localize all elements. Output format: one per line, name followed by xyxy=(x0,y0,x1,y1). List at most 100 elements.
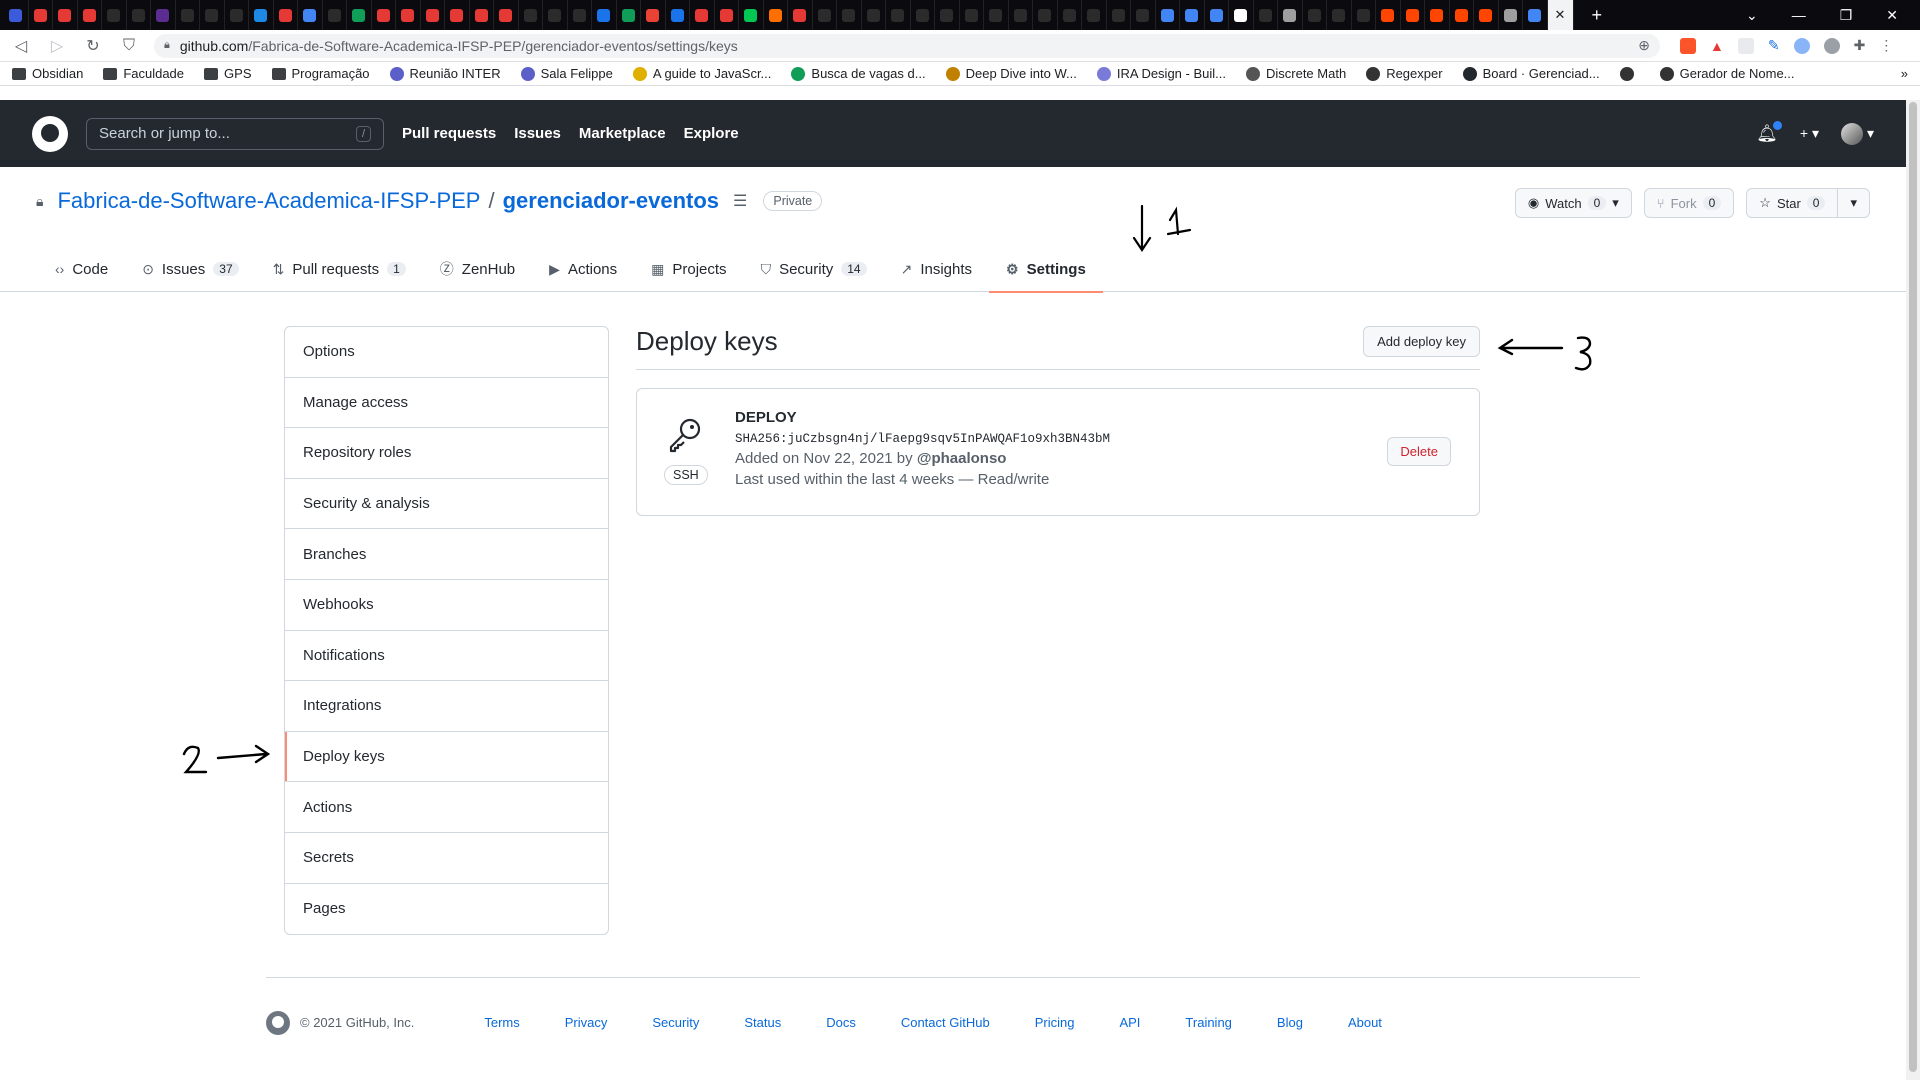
browser-tab[interactable] xyxy=(641,0,666,30)
address-bar[interactable]: 🔒︎ github.com /Fabrica-de-Software-Acade… xyxy=(154,33,1660,58)
tab-projects[interactable]: ▦ Projects xyxy=(634,246,743,292)
sidebar-item-security-analysis[interactable]: Security & analysis xyxy=(285,479,608,530)
close-window-icon[interactable]: ✕ xyxy=(1886,7,1898,24)
footer-link-docs[interactable]: Docs xyxy=(826,1015,856,1030)
menu-icon[interactable]: ⋮ xyxy=(1879,37,1893,54)
tab-search-icon[interactable]: ⌄ xyxy=(1746,7,1758,24)
footer-link-blog[interactable]: Blog xyxy=(1277,1015,1303,1030)
tab-insights[interactable]: ↗ Insights xyxy=(884,246,989,292)
repo-owner-link[interactable]: Fabrica-de-Software-Academica-IFSP-PEP xyxy=(57,188,480,214)
star-button[interactable]: ☆ Star 0 xyxy=(1747,189,1837,217)
sidebar-item-branches[interactable]: Branches xyxy=(285,529,608,580)
extension-icon[interactable] xyxy=(1793,37,1810,54)
bookmark-item[interactable]: Deep Dive into W... xyxy=(945,66,1077,81)
minimize-icon[interactable]: — xyxy=(1792,7,1806,23)
browser-tab[interactable] xyxy=(1254,0,1278,30)
browser-tab[interactable] xyxy=(470,0,494,30)
footer-link-training[interactable]: Training xyxy=(1185,1015,1231,1030)
bookmark-folder[interactable]: Programação xyxy=(271,66,370,81)
header-nav-issues[interactable]: Issues xyxy=(514,125,561,142)
footer-link-pricing[interactable]: Pricing xyxy=(1035,1015,1075,1030)
browser-tab[interactable] xyxy=(1107,0,1131,30)
browser-tab[interactable] xyxy=(739,0,764,30)
browser-active-tab[interactable]: ✕ xyxy=(1547,0,1574,30)
sidebar-item-deploy-keys[interactable]: Deploy keys xyxy=(285,731,608,783)
bookmark-item[interactable]: Discrete Math xyxy=(1245,66,1346,81)
browser-tab[interactable] xyxy=(1376,0,1401,30)
brave-shield-icon[interactable] xyxy=(1680,37,1696,54)
pen-icon[interactable]: ✎ xyxy=(1768,37,1780,54)
sidebar-item-secrets[interactable]: Secrets xyxy=(285,833,608,884)
browser-tab[interactable] xyxy=(960,0,984,30)
github-mark-icon[interactable] xyxy=(266,1010,290,1035)
add-deploy-key-button[interactable]: Add deploy key xyxy=(1363,326,1480,357)
browser-tab[interactable] xyxy=(127,0,151,30)
browser-tab[interactable] xyxy=(862,0,886,30)
browser-tab[interactable] xyxy=(1180,0,1205,30)
browser-tab[interactable] xyxy=(592,0,617,30)
bookmark-folder[interactable]: GPS xyxy=(204,66,252,81)
tab-actions[interactable]: ▶ Actions xyxy=(532,246,634,292)
browser-tab[interactable] xyxy=(1058,0,1082,30)
tab-code[interactable]: ‹› Code xyxy=(38,246,125,292)
browser-tab[interactable] xyxy=(764,0,788,30)
browser-tab[interactable] xyxy=(1131,0,1156,30)
browser-tab[interactable] xyxy=(837,0,862,30)
sidebar-item-manage-access[interactable]: Manage access xyxy=(285,378,608,429)
browser-tab[interactable] xyxy=(543,0,568,30)
scrollbar-thumb[interactable] xyxy=(1909,102,1917,1072)
user-menu[interactable]: ▾ xyxy=(1840,122,1874,145)
browser-tab[interactable] xyxy=(1352,0,1376,30)
footer-link-terms[interactable]: Terms xyxy=(484,1015,519,1030)
browser-tab[interactable] xyxy=(1450,0,1474,30)
browser-tab[interactable] xyxy=(102,0,127,30)
notification-bell-icon[interactable]: 🔔︎ xyxy=(1756,120,1782,144)
browser-tab[interactable] xyxy=(1205,0,1229,30)
browser-tab[interactable] xyxy=(568,0,592,30)
sidebar-item-notifications[interactable]: Notifications xyxy=(285,631,608,682)
extension-icon[interactable] xyxy=(1823,37,1840,54)
browser-tab[interactable] xyxy=(176,0,200,30)
header-nav-marketplace[interactable]: Marketplace xyxy=(579,125,666,142)
bookmark-item[interactable]: Busca de vagas d... xyxy=(791,66,926,81)
browser-tab[interactable] xyxy=(421,0,445,30)
create-new-dropdown[interactable]: + ▾ xyxy=(1800,125,1819,142)
browser-tab[interactable] xyxy=(1499,0,1523,30)
browser-tab[interactable] xyxy=(935,0,960,30)
browser-tab[interactable] xyxy=(347,0,372,30)
bookmark-item[interactable]: Reunião INTER xyxy=(389,66,501,81)
footer-link-contact-github[interactable]: Contact GitHub xyxy=(901,1015,990,1030)
reload-icon[interactable]: ↻ xyxy=(82,35,104,57)
browser-tab[interactable] xyxy=(1303,0,1327,30)
browser-tab[interactable] xyxy=(886,0,911,30)
bookmark-icon[interactable]: ⛉ xyxy=(118,35,140,57)
watch-button[interactable]: ◉ Watch 0 ▾ xyxy=(1514,188,1632,218)
browser-tab[interactable] xyxy=(1278,0,1303,30)
sidebar-item-webhooks[interactable]: Webhooks xyxy=(285,580,608,631)
new-tab-icon[interactable]: + xyxy=(1592,5,1603,26)
browser-tab[interactable] xyxy=(617,0,641,30)
bookmark-item[interactable]: IRA Design - Buil... xyxy=(1096,66,1226,81)
bookmark-item[interactable]: Gerador de Nome... xyxy=(1659,66,1795,81)
header-nav-explore[interactable]: Explore xyxy=(684,125,739,142)
bookmark-item[interactable]: A guide to JavaScr... xyxy=(632,66,771,81)
browser-tab[interactable] xyxy=(445,0,470,30)
github-logo-icon[interactable] xyxy=(32,115,68,152)
close-tab-icon[interactable]: ✕ xyxy=(1555,7,1566,23)
zoom-icon[interactable]: ⊕ xyxy=(1638,37,1650,54)
browser-tab[interactable] xyxy=(396,0,421,30)
browser-tab[interactable] xyxy=(813,0,837,30)
list-icon[interactable]: ☰ xyxy=(733,191,747,211)
browser-tab[interactable] xyxy=(1156,0,1180,30)
search-input[interactable]: Search or jump to... / xyxy=(86,117,384,150)
browser-tab[interactable] xyxy=(1523,0,1548,30)
footer-link-privacy[interactable]: Privacy xyxy=(565,1015,608,1030)
browser-tab[interactable] xyxy=(1033,0,1058,30)
sidebar-item-integrations[interactable]: Integrations xyxy=(285,681,608,732)
browser-tab[interactable] xyxy=(4,0,29,30)
page-scrollbar[interactable] xyxy=(1906,100,1920,1080)
browser-tab[interactable] xyxy=(984,0,1009,30)
bookmark-folder[interactable]: Obsidian xyxy=(12,66,83,81)
back-icon[interactable]: ◁ xyxy=(10,35,32,57)
browser-tab[interactable] xyxy=(519,0,543,30)
